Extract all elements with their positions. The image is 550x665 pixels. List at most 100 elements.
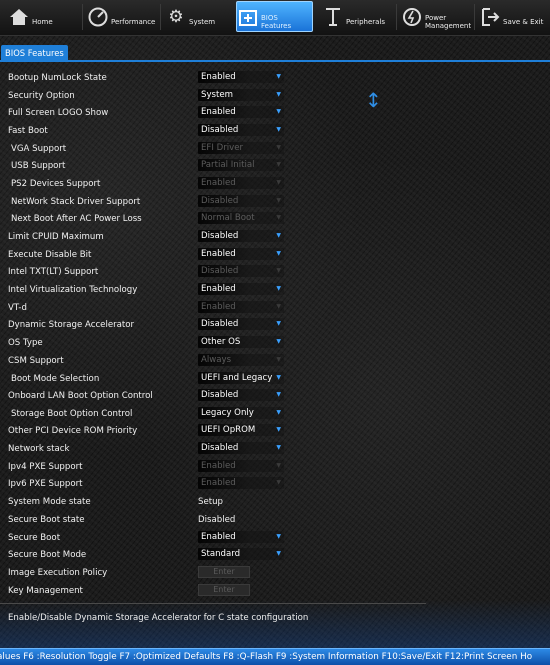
setting-value-dropdown[interactable]: Enabled ▼ <box>198 71 284 83</box>
nav-bios-features[interactable]: BIOS Features <box>236 1 313 32</box>
setting-value: Enabled <box>201 284 236 294</box>
setting-value: Setup <box>198 497 224 507</box>
setting-row: Image Execution Policy Enter <box>0 565 430 582</box>
setting-row[interactable]: Limit CPUID Maximum Disabled ▼ <box>0 229 430 246</box>
setting-row[interactable]: Bootup NumLock State Enabled ▼ <box>0 70 430 87</box>
nav-peripherals-label: Peripherals <box>346 18 386 26</box>
dropdown-arrow-icon: ▼ <box>276 374 281 381</box>
nav-power-management[interactable]: Power Management <box>401 0 471 34</box>
setting-value: Disabled <box>201 390 239 400</box>
setting-row[interactable]: Other PCI Device ROM Priority UEFI OpROM ▼ <box>0 423 430 440</box>
nav-bios-features-label: BIOS Features <box>261 13 292 30</box>
setting-label: Key Management <box>8 586 83 596</box>
setting-value: EFI Driver <box>201 143 244 153</box>
dropdown-arrow-icon: ▼ <box>276 126 281 133</box>
setting-row[interactable]: Onboard LAN Boot Option Control Disabled ▼ <box>0 388 430 405</box>
setting-value: Enabled <box>201 72 236 82</box>
setting-value-dropdown[interactable]: Disabled ▼ <box>198 230 284 242</box>
setting-row[interactable]: Secure Boot Mode Standard ▼ <box>0 547 430 564</box>
help-area-glow <box>0 600 550 648</box>
enter-button: Enter <box>198 566 250 578</box>
scroll-updown-icon[interactable]: ↕ <box>365 90 382 110</box>
setting-row: USB Support Partial Initial ▼ <box>0 158 430 175</box>
setting-value-dropdown[interactable]: Disabled ▼ <box>198 442 284 454</box>
setting-value-dropdown[interactable]: Legacy Only ▼ <box>198 407 284 419</box>
setting-row[interactable]: Dynamic Storage Accelerator Disabled ▼ <box>0 317 430 334</box>
setting-row[interactable]: Boot Mode Selection UEFI and Legacy ▼ <box>0 371 430 388</box>
setting-row[interactable]: Intel Virtualization Technology Enabled ▼ <box>0 282 430 299</box>
dropdown-arrow-icon: ▼ <box>276 232 281 239</box>
setting-row[interactable]: Execute Disable Bit Enabled ▼ <box>0 247 430 264</box>
setting-label: Onboard LAN Boot Option Control <box>8 391 153 401</box>
setting-value-dropdown[interactable]: Disabled ▼ <box>198 318 284 330</box>
setting-value: Disabled <box>201 443 239 453</box>
dropdown-arrow-icon: ▼ <box>276 391 281 398</box>
dropdown-arrow-icon: ▼ <box>276 161 281 168</box>
dropdown-arrow-icon: ▼ <box>276 338 281 345</box>
setting-value-dropdown: Disabled ▼ <box>198 265 284 277</box>
setting-row: Key Management Enter <box>0 583 430 600</box>
dropdown-arrow-icon: ▼ <box>276 550 281 557</box>
setting-value-dropdown[interactable]: System ▼ <box>198 89 284 101</box>
bios-features-icon <box>237 6 259 28</box>
setting-value: Disabled <box>201 196 239 206</box>
setting-value-dropdown[interactable]: Enabled ▼ <box>198 283 284 295</box>
tab-bios-features[interactable]: BIOS Features <box>1 45 68 61</box>
dropdown-arrow-icon: ▼ <box>276 144 281 151</box>
setting-value-dropdown: Enabled ▼ <box>198 301 284 313</box>
setting-label: Full Screen LOGO Show <box>8 108 109 118</box>
setting-value: Enabled <box>201 178 236 188</box>
setting-value-dropdown: EFI Driver ▼ <box>198 142 284 154</box>
setting-value: Legacy Only <box>201 408 254 418</box>
setting-row: Ipv4 PXE Support Enabled ▼ <box>0 459 430 476</box>
setting-value-dropdown[interactable]: UEFI and Legacy ▼ <box>198 372 284 384</box>
setting-row[interactable]: OS Type Other OS ▼ <box>0 335 430 352</box>
dropdown-arrow-icon: ▼ <box>276 179 281 186</box>
setting-label: NetWork Stack Driver Support <box>11 197 141 207</box>
setting-value-dropdown[interactable]: Enabled ▼ <box>198 248 284 260</box>
help-divider <box>0 603 426 604</box>
footer-hotkey-bar: alues F6 :Resolution Toggle F7 :Optimize… <box>0 648 550 665</box>
setting-value: Disabled <box>201 125 239 135</box>
setting-value-dropdown[interactable]: Disabled ▼ <box>198 389 284 401</box>
dropdown-arrow-icon: ▼ <box>276 285 281 292</box>
nav-peripherals[interactable]: Peripherals <box>322 0 385 34</box>
setting-label: VGA Support <box>11 144 67 154</box>
setting-row: System Mode state Setup <box>0 494 430 511</box>
setting-row[interactable]: Secure Boot Enabled ▼ <box>0 530 430 547</box>
setting-label: Ipv4 PXE Support <box>8 462 83 472</box>
setting-value: Disabled <box>201 266 239 276</box>
setting-value-dropdown[interactable]: UEFI OpROM ▼ <box>198 424 284 436</box>
setting-row: Secure Boot state Disabled <box>0 512 430 529</box>
enter-button: Enter <box>198 584 250 596</box>
setting-value-dropdown: Enabled ▼ <box>198 477 284 489</box>
setting-value: System <box>201 90 234 100</box>
setting-row: Ipv6 PXE Support Enabled ▼ <box>0 476 430 493</box>
setting-value-dropdown[interactable]: Standard ▼ <box>198 548 284 560</box>
nav-performance[interactable]: Performance <box>87 0 155 34</box>
setting-label: Image Execution Policy <box>8 568 108 578</box>
setting-value: UEFI OpROM <box>201 425 256 435</box>
nav-system[interactable]: ⚙ System <box>165 0 215 34</box>
dropdown-arrow-icon: ▼ <box>276 533 281 540</box>
setting-value: Normal Boot <box>201 213 255 223</box>
setting-row[interactable]: Network stack Disabled ▼ <box>0 441 430 458</box>
setting-value-dropdown[interactable]: Enabled ▼ <box>198 106 284 118</box>
nav-home-label: Home <box>32 18 53 26</box>
setting-row[interactable]: Fast Boot Disabled ▼ <box>0 123 430 140</box>
setting-label: Boot Mode Selection <box>11 374 100 384</box>
nav-home[interactable]: Home <box>8 0 53 34</box>
setting-row[interactable]: Storage Boot Option Control Legacy Only ▼ <box>0 406 430 423</box>
dropdown-arrow-icon: ▼ <box>276 444 281 451</box>
setting-value-dropdown[interactable]: Other OS ▼ <box>198 336 284 348</box>
setting-label: System Mode state <box>8 497 91 507</box>
setting-row: Next Boot After AC Power Loss Normal Boot… <box>0 211 430 228</box>
dropdown-arrow-icon: ▼ <box>276 91 281 98</box>
dropdown-arrow-icon: ▼ <box>276 462 281 469</box>
setting-value: Disabled <box>198 515 236 525</box>
setting-label: Secure Boot Mode <box>8 550 87 560</box>
setting-value-dropdown[interactable]: Disabled ▼ <box>198 124 284 136</box>
setting-value-dropdown[interactable]: Enabled ▼ <box>198 531 284 543</box>
setting-value-dropdown: Disabled ▼ <box>198 195 284 207</box>
nav-save-exit[interactable]: Save & Exit <box>479 0 543 34</box>
